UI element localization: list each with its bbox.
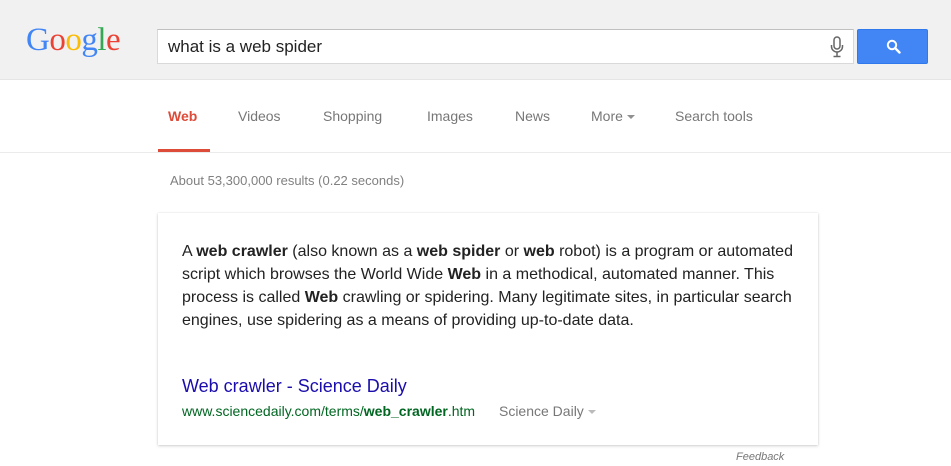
search-box[interactable] — [157, 29, 854, 64]
search-icon — [886, 39, 901, 54]
logo-letter: G — [26, 22, 50, 58]
caret-down-icon — [587, 410, 596, 415]
source-label: Science Daily — [498, 403, 584, 419]
result-url-suffix: .htm — [447, 403, 476, 419]
result-stats: About 53,300,000 results (0.22 seconds) — [170, 173, 405, 188]
logo-letter: l — [97, 22, 107, 58]
result-url: www.sciencedaily.com/terms/web_crawler.h… — [182, 403, 475, 419]
tab-news[interactable]: News — [515, 108, 550, 124]
logo-letter: g — [81, 22, 98, 58]
tab-web[interactable]: Web — [168, 108, 197, 124]
snippet-bold-term: Web — [447, 266, 482, 283]
tab-more[interactable]: More — [591, 108, 635, 124]
snippet-text: A — [182, 243, 197, 260]
answer-snippet: A web crawler (also known as a web spide… — [182, 240, 802, 332]
search-button[interactable] — [857, 29, 928, 64]
search-input[interactable] — [168, 30, 808, 63]
result-url-row: www.sciencedaily.com/terms/web_crawler.h… — [182, 403, 596, 419]
tab-more-label: More — [591, 108, 623, 124]
active-tab-indicator — [158, 149, 210, 152]
search-tabs: Web Videos Shopping Images News More Sea… — [0, 80, 951, 153]
tab-shopping[interactable]: Shopping — [323, 108, 382, 124]
google-logo[interactable]: Google — [26, 20, 121, 60]
result-title-link[interactable]: Web crawler - Science Daily — [182, 376, 407, 397]
snippet-text: or — [500, 243, 524, 260]
snippet-bold-term: web spider — [416, 243, 501, 260]
snippet-bold-term: web — [523, 243, 555, 260]
logo-letter: o — [65, 22, 82, 58]
tab-images[interactable]: Images — [427, 108, 473, 124]
tab-videos[interactable]: Videos — [238, 108, 281, 124]
caret-down-icon — [626, 115, 635, 120]
result-url-prefix: www.sciencedaily.com/terms/ — [182, 403, 364, 419]
logo-letter: o — [49, 22, 66, 58]
answer-card: A web crawler (also known as a web spide… — [158, 213, 818, 445]
result-url-bold: web_crawler — [363, 403, 448, 419]
snippet-bold-term: web crawler — [196, 243, 288, 260]
snippet-text: (also known as a — [287, 243, 417, 260]
tab-search-tools[interactable]: Search tools — [675, 108, 753, 124]
logo-letter: e — [106, 22, 121, 58]
microphone-icon[interactable] — [829, 36, 845, 58]
search-header: Google — [0, 0, 951, 80]
snippet-bold-term: Web — [304, 289, 339, 306]
feedback-link[interactable]: Feedback — [736, 451, 784, 463]
source-dropdown[interactable]: Science Daily — [499, 403, 596, 419]
